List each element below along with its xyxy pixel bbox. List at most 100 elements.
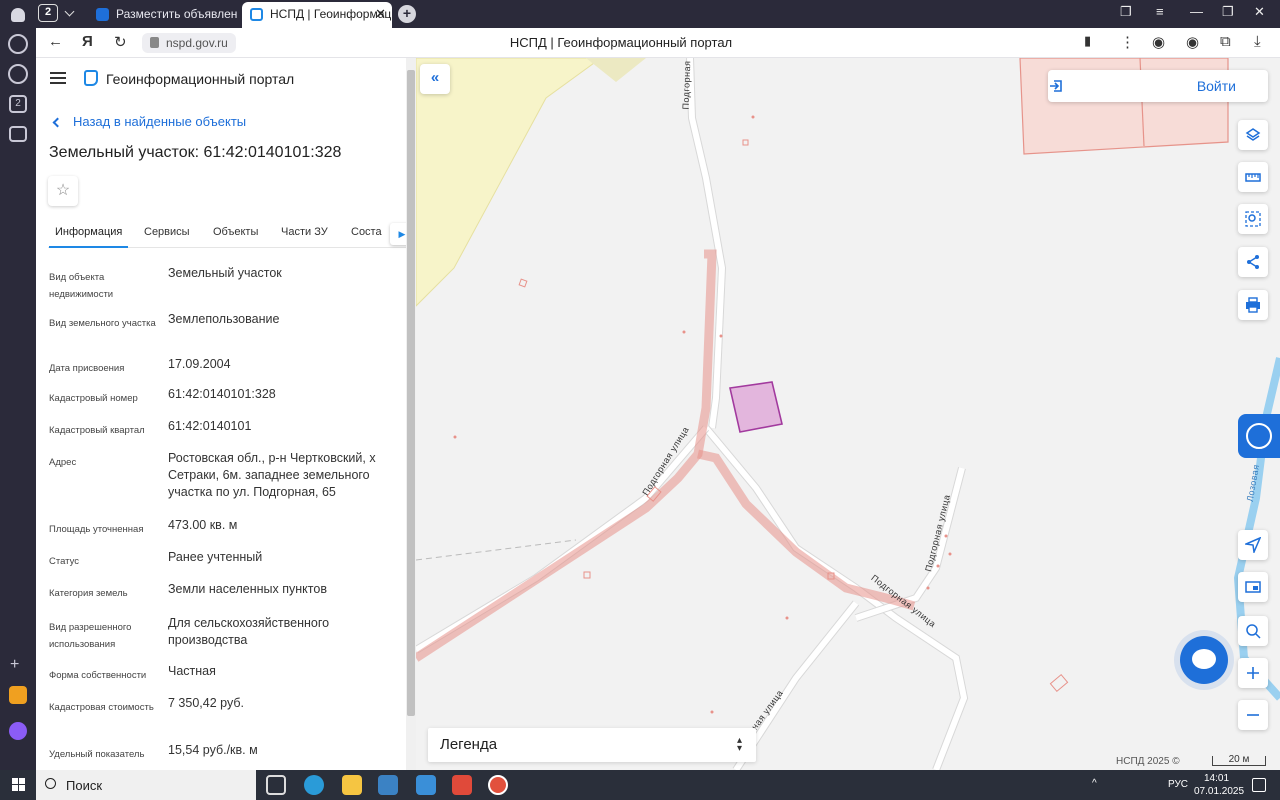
notifications-icon[interactable]	[1252, 778, 1266, 792]
tab-parts[interactable]: Части ЗУ	[281, 226, 328, 238]
clock-date[interactable]: 07.01.2025	[1194, 786, 1244, 797]
info-label: Форма собственности	[49, 670, 147, 681]
info-value: Земли населенных пунктов	[168, 582, 327, 596]
point-marker	[751, 115, 755, 119]
point-marker	[682, 330, 686, 334]
copyright: НСПД 2025 ©	[1116, 756, 1180, 767]
tab-composition[interactable]: Соста	[351, 226, 382, 238]
area-search-button[interactable]	[1238, 204, 1268, 234]
windows-taskbar: Поиск ^ РУС 14:01 07.01.2025	[0, 770, 1280, 800]
yandex-app-icon[interactable]	[452, 775, 472, 795]
map-canvas	[416, 58, 1280, 770]
info-value: Земельный участок	[168, 266, 282, 280]
download-icon[interactable]: ⤓	[1254, 33, 1261, 50]
add-panel-icon[interactable]: +	[10, 656, 19, 674]
feedback-tab-icon[interactable]	[1238, 414, 1280, 458]
collapse-panel-button[interactable]: «	[420, 64, 450, 94]
hamburger-menu-icon[interactable]	[50, 72, 66, 84]
windows-start-icon[interactable]	[12, 778, 26, 792]
extension-icon[interactable]: ◉	[1186, 33, 1199, 51]
tab-bar: 2 Разместить объявление о НСПД | Геоинфо…	[36, 0, 1280, 28]
road-outline	[702, 425, 969, 770]
point-marker	[719, 334, 723, 338]
point-marker	[453, 435, 457, 439]
tab-avito[interactable]: Разместить объявление о	[88, 2, 238, 28]
media-icon[interactable]	[8, 64, 28, 84]
workspace-icon[interactable]: 2	[9, 95, 27, 113]
info-value: 61:42:0140101:328	[168, 387, 276, 401]
info-label: Адрес	[49, 457, 77, 468]
mail-app-icon[interactable]	[9, 686, 27, 704]
zoom-in-button[interactable]	[1238, 658, 1268, 688]
tray-chevron-icon[interactable]: ^	[1092, 778, 1097, 789]
back-to-results-link[interactable]: Назад в найденные объекты	[50, 114, 246, 129]
legend-dropdown[interactable]: Легенда ▴ ▾	[428, 728, 756, 762]
favorite-star-icon[interactable]: ☆	[48, 176, 78, 206]
small-parcel	[518, 278, 528, 288]
login-button[interactable]: Войти	[1048, 70, 1268, 102]
nspd-icon	[250, 8, 263, 21]
address-value: Ростовская обл., р-н Чертковский, х Сетр…	[168, 451, 376, 499]
yandex-browser-icon[interactable]	[488, 775, 508, 795]
extension-icon[interactable]: ◉	[1152, 33, 1165, 51]
page-title: НСПД | Геоинформационный портал	[509, 35, 733, 50]
ruler-icon	[1245, 173, 1261, 182]
minimize-icon[interactable]: —	[1190, 4, 1203, 19]
more-icon[interactable]: ⋮	[1120, 33, 1135, 51]
taskbar-search[interactable]: Поиск	[36, 770, 256, 800]
object-panel: Геоинформационный портал Назад в найденн…	[36, 58, 406, 770]
minus-icon	[1247, 714, 1259, 716]
login-icon	[1050, 80, 1062, 92]
tab-information[interactable]: Информация	[48, 226, 129, 248]
bookmark-icon[interactable]: ▮	[1084, 33, 1091, 49]
bookmarks-icon[interactable]: ❐	[1120, 4, 1132, 20]
info-label: Статус	[49, 556, 80, 567]
share-button[interactable]	[1238, 247, 1268, 277]
language-indicator[interactable]: РУС	[1168, 779, 1188, 790]
tab-counter[interactable]: 2	[38, 4, 58, 22]
tabs-dropdown-icon[interactable]	[64, 6, 75, 17]
file-explorer-icon[interactable]	[342, 775, 362, 795]
store-icon[interactable]	[378, 775, 398, 795]
tab-services[interactable]: Сервисы	[144, 226, 190, 238]
clock-time[interactable]: 14:01	[1204, 773, 1229, 784]
tab-nspd[interactable]: НСПД | Геоинформацио ✕	[242, 2, 392, 28]
locate-button[interactable]	[1238, 530, 1268, 560]
panel-scrollbar[interactable]	[406, 58, 416, 770]
close-window-icon[interactable]: ✕	[1254, 4, 1265, 20]
restore-icon[interactable]: ❐	[1222, 4, 1234, 20]
screenshot-icon[interactable]	[9, 126, 27, 142]
point-marker	[926, 586, 930, 590]
tabs-scroll-right-icon[interactable]: ▶	[390, 223, 406, 245]
portal-logo-icon	[84, 70, 98, 86]
tab-title: Разместить объявление о	[116, 7, 238, 21]
info-label: Кадастровый номер	[49, 393, 138, 404]
close-tab-icon[interactable]: ✕	[375, 2, 386, 26]
menu-icon[interactable]: ≡	[1156, 4, 1164, 19]
map-view[interactable]: Подгорная Подгорная улица Подгорная улиц…	[416, 58, 1280, 770]
task-view-icon[interactable]	[266, 775, 286, 795]
print-button[interactable]	[1238, 290, 1268, 320]
info-value: Частная	[168, 664, 216, 678]
new-tab-button[interactable]: +	[398, 5, 416, 23]
info-value: Для сельскохозяйственного производства	[168, 616, 330, 647]
collections-icon[interactable]: ⧉	[1220, 33, 1231, 50]
history-icon[interactable]	[8, 34, 28, 54]
geo-search-button[interactable]	[1238, 616, 1268, 646]
mail-icon[interactable]	[416, 775, 436, 795]
object-title: Земельный участок: 61:42:0140101:328	[49, 144, 342, 161]
tab-objects[interactable]: Объекты	[213, 226, 258, 238]
minimap-button[interactable]	[1238, 572, 1268, 602]
chat-assistant-button[interactable]	[1180, 636, 1228, 684]
area-search-icon	[1245, 211, 1261, 227]
profile-icon[interactable]	[11, 8, 25, 22]
scrollbar-thumb[interactable]	[407, 70, 415, 716]
ruler-button[interactable]	[1238, 162, 1268, 192]
layers-button[interactable]	[1238, 120, 1268, 150]
zoom-out-button[interactable]	[1238, 700, 1268, 730]
search-icon	[45, 778, 56, 789]
edge-icon[interactable]	[304, 775, 324, 795]
info-value: 15,54 руб./кв. м	[168, 743, 258, 757]
alice-icon[interactable]	[9, 722, 27, 740]
avito-icon	[96, 8, 109, 21]
